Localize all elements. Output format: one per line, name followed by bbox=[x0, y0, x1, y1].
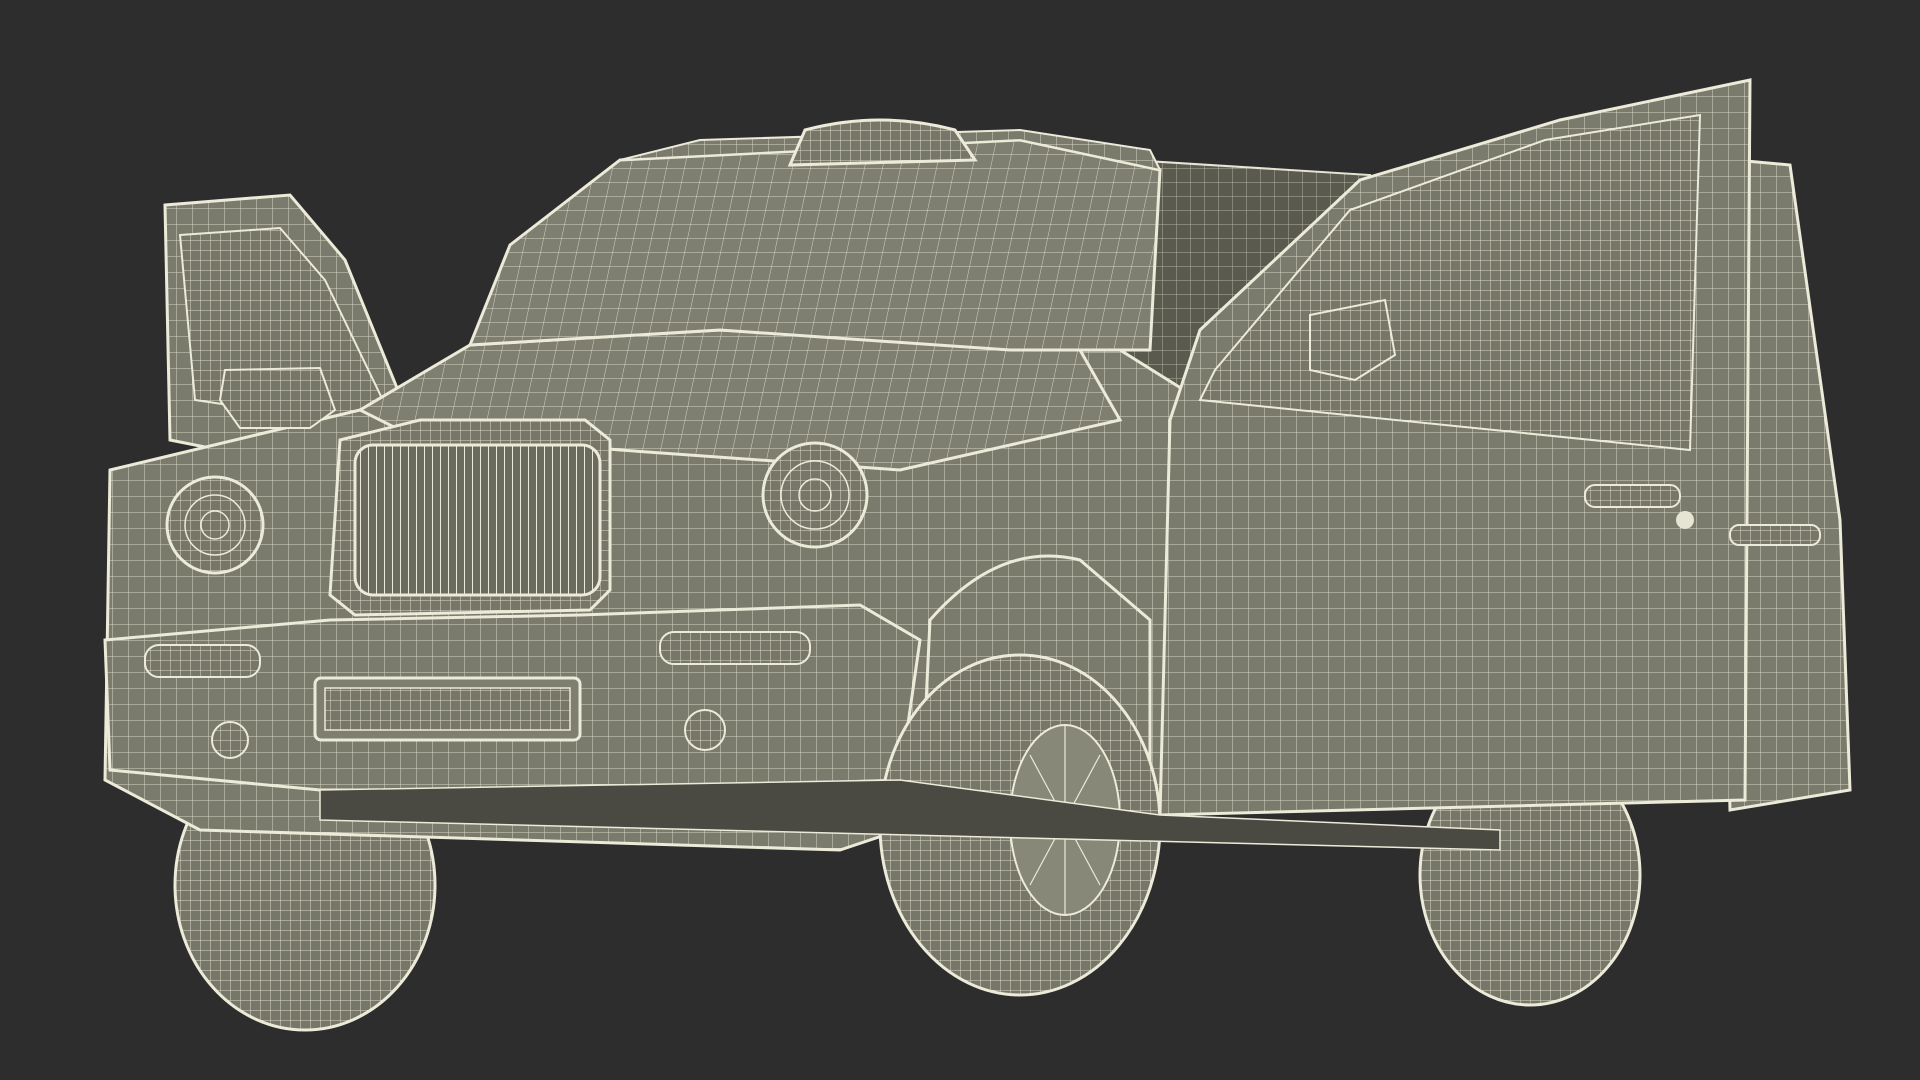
left-fog-light bbox=[211, 721, 249, 759]
taxi-roof-sign bbox=[787, 118, 978, 167]
windshield bbox=[467, 138, 1162, 352]
door-handle bbox=[1584, 484, 1681, 508]
right-headlight bbox=[761, 441, 869, 549]
rear-door-handle bbox=[1729, 524, 1821, 546]
right-fog-light bbox=[684, 709, 726, 751]
right-indicator bbox=[659, 631, 811, 665]
license-plate-inner bbox=[324, 687, 571, 731]
left-indicator bbox=[144, 644, 261, 678]
taxi-wireframe-render bbox=[103, 78, 1852, 1032]
left-headlight bbox=[165, 475, 265, 575]
grille bbox=[353, 443, 602, 597]
render-viewport bbox=[0, 0, 1920, 1080]
left-mirror bbox=[218, 366, 337, 429]
door-lock bbox=[1676, 511, 1694, 529]
